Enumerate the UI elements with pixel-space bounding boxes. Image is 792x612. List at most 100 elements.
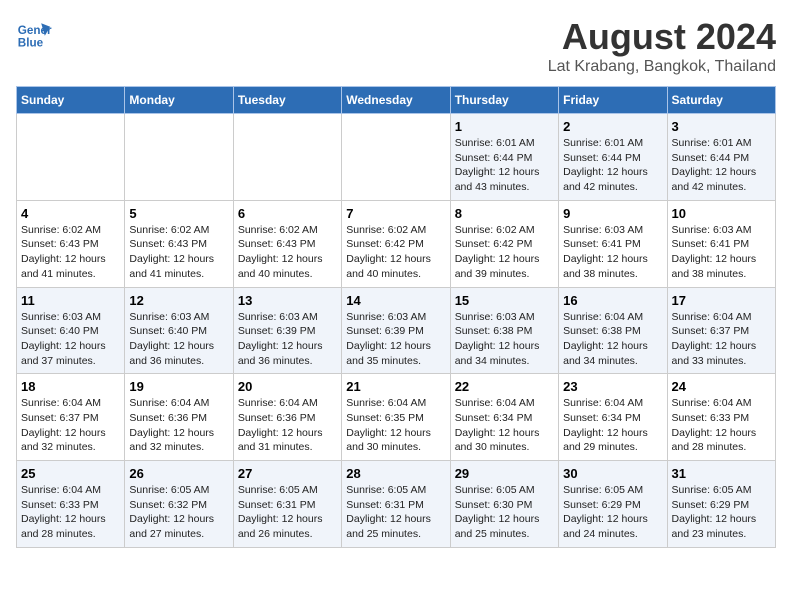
calendar-table: SundayMondayTuesdayWednesdayThursdayFrid…: [16, 86, 776, 548]
calendar-cell: 13 Sunrise: 6:03 AM Sunset: 6:39 PM Dayli…: [233, 287, 341, 374]
calendar-cell: 10 Sunrise: 6:03 AM Sunset: 6:41 PM Dayli…: [667, 200, 775, 287]
day-number: 20: [238, 379, 337, 394]
day-content: Sunrise: 6:05 AM Sunset: 6:30 PM Dayligh…: [455, 483, 554, 542]
day-content: Sunrise: 6:01 AM Sunset: 6:44 PM Dayligh…: [672, 136, 771, 195]
day-content: Sunrise: 6:02 AM Sunset: 6:43 PM Dayligh…: [129, 223, 228, 282]
calendar-week-row: 4Sunrise: 6:02 AM Sunset: 6:43 PM Daylig…: [17, 200, 776, 287]
day-content: Sunrise: 6:04 AM Sunset: 6:34 PM Dayligh…: [455, 396, 554, 455]
calendar-cell: 9 Sunrise: 6:03 AM Sunset: 6:41 PM Daylig…: [559, 200, 667, 287]
day-number: 23: [563, 379, 662, 394]
day-number: 15: [455, 293, 554, 308]
calendar-cell: [17, 114, 125, 201]
day-content: Sunrise: 6:03 AM Sunset: 6:38 PM Dayligh…: [455, 310, 554, 369]
day-number: 6: [238, 206, 337, 221]
calendar-cell: 19 Sunrise: 6:04 AM Sunset: 6:36 PM Dayli…: [125, 374, 233, 461]
day-header-monday: Monday: [125, 87, 233, 114]
calendar-cell: 31Sunrise: 6:05 AM Sunset: 6:29 PM Dayli…: [667, 461, 775, 548]
day-content: Sunrise: 6:01 AM Sunset: 6:44 PM Dayligh…: [455, 136, 554, 195]
day-number: 22: [455, 379, 554, 394]
calendar-cell: 26 Sunrise: 6:05 AM Sunset: 6:32 PM Dayli…: [125, 461, 233, 548]
day-content: Sunrise: 6:03 AM Sunset: 6:41 PM Dayligh…: [563, 223, 662, 282]
day-header-wednesday: Wednesday: [342, 87, 450, 114]
calendar-cell: 20 Sunrise: 6:04 AM Sunset: 6:36 PM Dayli…: [233, 374, 341, 461]
day-content: Sunrise: 6:02 AM Sunset: 6:42 PM Dayligh…: [455, 223, 554, 282]
day-number: 2: [563, 119, 662, 134]
calendar-cell: 14 Sunrise: 6:03 AM Sunset: 6:39 PM Dayli…: [342, 287, 450, 374]
day-content: Sunrise: 6:03 AM Sunset: 6:41 PM Dayligh…: [672, 223, 771, 282]
calendar-week-row: 25Sunrise: 6:04 AM Sunset: 6:33 PM Dayli…: [17, 461, 776, 548]
day-content: Sunrise: 6:02 AM Sunset: 6:43 PM Dayligh…: [238, 223, 337, 282]
day-content: Sunrise: 6:01 AM Sunset: 6:44 PM Dayligh…: [563, 136, 662, 195]
day-content: Sunrise: 6:04 AM Sunset: 6:36 PM Dayligh…: [238, 396, 337, 455]
calendar-cell: 24 Sunrise: 6:04 AM Sunset: 6:33 PM Dayli…: [667, 374, 775, 461]
calendar-cell: 17 Sunrise: 6:04 AM Sunset: 6:37 PM Dayli…: [667, 287, 775, 374]
calendar-cell: 21 Sunrise: 6:04 AM Sunset: 6:35 PM Dayli…: [342, 374, 450, 461]
day-number: 24: [672, 379, 771, 394]
page-header: General Blue August 2024 Lat Krabang, Ba…: [16, 16, 776, 76]
day-number: 19: [129, 379, 228, 394]
day-number: 14: [346, 293, 445, 308]
day-content: Sunrise: 6:04 AM Sunset: 6:33 PM Dayligh…: [672, 396, 771, 455]
day-content: Sunrise: 6:05 AM Sunset: 6:29 PM Dayligh…: [563, 483, 662, 542]
day-number: 10: [672, 206, 771, 221]
day-number: 1: [455, 119, 554, 134]
calendar-cell: [125, 114, 233, 201]
day-content: Sunrise: 6:04 AM Sunset: 6:35 PM Dayligh…: [346, 396, 445, 455]
day-content: Sunrise: 6:05 AM Sunset: 6:31 PM Dayligh…: [238, 483, 337, 542]
day-number: 17: [672, 293, 771, 308]
day-content: Sunrise: 6:05 AM Sunset: 6:32 PM Dayligh…: [129, 483, 228, 542]
calendar-cell: [342, 114, 450, 201]
calendar-cell: 1 Sunrise: 6:01 AM Sunset: 6:44 PM Daylig…: [450, 114, 558, 201]
day-content: Sunrise: 6:04 AM Sunset: 6:36 PM Dayligh…: [129, 396, 228, 455]
day-number: 29: [455, 466, 554, 481]
calendar-cell: 25Sunrise: 6:04 AM Sunset: 6:33 PM Dayli…: [17, 461, 125, 548]
calendar-cell: 6 Sunrise: 6:02 AM Sunset: 6:43 PM Daylig…: [233, 200, 341, 287]
day-number: 27: [238, 466, 337, 481]
calendar-cell: 15 Sunrise: 6:03 AM Sunset: 6:38 PM Dayli…: [450, 287, 558, 374]
day-number: 5: [129, 206, 228, 221]
calendar-cell: 29 Sunrise: 6:05 AM Sunset: 6:30 PM Dayli…: [450, 461, 558, 548]
calendar-cell: 5 Sunrise: 6:02 AM Sunset: 6:43 PM Daylig…: [125, 200, 233, 287]
svg-text:Blue: Blue: [18, 37, 44, 50]
calendar-cell: 18Sunrise: 6:04 AM Sunset: 6:37 PM Dayli…: [17, 374, 125, 461]
title-block: August 2024 Lat Krabang, Bangkok, Thaila…: [548, 16, 776, 76]
calendar-header-row: SundayMondayTuesdayWednesdayThursdayFrid…: [17, 87, 776, 114]
calendar-cell: 16Sunrise: 6:04 AM Sunset: 6:38 PM Dayli…: [559, 287, 667, 374]
day-number: 25: [21, 466, 120, 481]
calendar-cell: 12Sunrise: 6:03 AM Sunset: 6:40 PM Dayli…: [125, 287, 233, 374]
calendar-week-row: 18Sunrise: 6:04 AM Sunset: 6:37 PM Dayli…: [17, 374, 776, 461]
day-header-sunday: Sunday: [17, 87, 125, 114]
day-content: Sunrise: 6:05 AM Sunset: 6:31 PM Dayligh…: [346, 483, 445, 542]
day-content: Sunrise: 6:03 AM Sunset: 6:39 PM Dayligh…: [346, 310, 445, 369]
calendar-cell: 22 Sunrise: 6:04 AM Sunset: 6:34 PM Dayli…: [450, 374, 558, 461]
calendar-cell: 7 Sunrise: 6:02 AM Sunset: 6:42 PM Daylig…: [342, 200, 450, 287]
calendar-title: August 2024: [548, 16, 776, 58]
day-content: Sunrise: 6:04 AM Sunset: 6:37 PM Dayligh…: [21, 396, 120, 455]
calendar-cell: 27 Sunrise: 6:05 AM Sunset: 6:31 PM Dayli…: [233, 461, 341, 548]
day-content: Sunrise: 6:02 AM Sunset: 6:42 PM Dayligh…: [346, 223, 445, 282]
day-header-thursday: Thursday: [450, 87, 558, 114]
day-number: 9: [563, 206, 662, 221]
day-number: 30: [563, 466, 662, 481]
day-content: Sunrise: 6:03 AM Sunset: 6:40 PM Dayligh…: [21, 310, 120, 369]
calendar-week-row: 1 Sunrise: 6:01 AM Sunset: 6:44 PM Daylig…: [17, 114, 776, 201]
day-number: 21: [346, 379, 445, 394]
day-number: 12: [129, 293, 228, 308]
day-content: Sunrise: 6:04 AM Sunset: 6:37 PM Dayligh…: [672, 310, 771, 369]
day-number: 13: [238, 293, 337, 308]
calendar-cell: 28Sunrise: 6:05 AM Sunset: 6:31 PM Dayli…: [342, 461, 450, 548]
day-content: Sunrise: 6:04 AM Sunset: 6:34 PM Dayligh…: [563, 396, 662, 455]
calendar-cell: 11 Sunrise: 6:03 AM Sunset: 6:40 PM Dayli…: [17, 287, 125, 374]
day-content: Sunrise: 6:03 AM Sunset: 6:39 PM Dayligh…: [238, 310, 337, 369]
day-number: 31: [672, 466, 771, 481]
calendar-subtitle: Lat Krabang, Bangkok, Thailand: [548, 58, 776, 76]
calendar-cell: [233, 114, 341, 201]
day-number: 26: [129, 466, 228, 481]
day-number: 8: [455, 206, 554, 221]
calendar-cell: 4Sunrise: 6:02 AM Sunset: 6:43 PM Daylig…: [17, 200, 125, 287]
calendar-cell: 3Sunrise: 6:01 AM Sunset: 6:44 PM Daylig…: [667, 114, 775, 201]
day-header-tuesday: Tuesday: [233, 87, 341, 114]
calendar-cell: 23 Sunrise: 6:04 AM Sunset: 6:34 PM Dayli…: [559, 374, 667, 461]
day-number: 11: [21, 293, 120, 308]
day-number: 7: [346, 206, 445, 221]
